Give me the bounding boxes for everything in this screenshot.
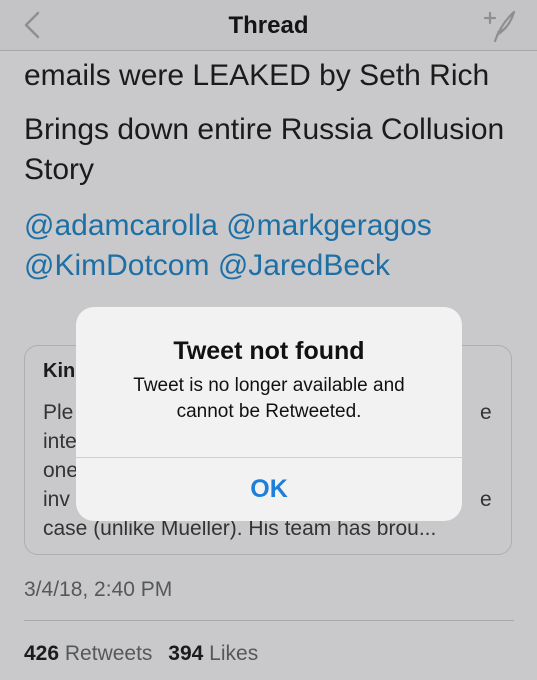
page-title: Thread: [228, 12, 309, 39]
alert-title: Tweet not found: [173, 337, 365, 365]
tweet-body: emails were LEAKED by Seth Rich Brings d…: [24, 56, 514, 286]
mention-link[interactable]: @KimDotcom: [24, 249, 209, 282]
alert-message: Tweet is no longer available and cannot …: [96, 373, 442, 425]
retweets-label[interactable]: Retweets: [65, 642, 153, 665]
likes-label[interactable]: Likes: [209, 642, 258, 665]
nav-bar: Thread: [0, 0, 537, 51]
compose-button[interactable]: [481, 8, 517, 44]
compose-tweet-icon: [483, 10, 516, 43]
tweet-text-line: Story: [24, 153, 95, 186]
mentions-line: @adamcarolla @markgeragos: [24, 206, 514, 246]
alert-message-line: cannot be Retweeted.: [176, 401, 362, 422]
tweet-timestamp: 3/4/18, 2:40 PM: [24, 578, 173, 601]
mention-link[interactable]: @adamcarolla: [24, 209, 218, 242]
tweet-stats: 426 Retweets 394 Likes: [24, 642, 268, 666]
tweet-text-line: Brings down entire Russia Collusion: [24, 113, 505, 146]
tweet-text-line: emails were LEAKED by Seth Rich: [24, 59, 490, 92]
quoted-text-fragment: e: [480, 488, 492, 511]
divider: [24, 620, 514, 621]
alert-dialog: Tweet not found Tweet is no longer avail…: [76, 307, 462, 521]
likes-count[interactable]: 394: [168, 642, 203, 665]
mentions-line: @KimDotcom @JaredBeck: [24, 246, 514, 286]
mention-link[interactable]: @markgeragos: [226, 209, 432, 242]
mention-link[interactable]: @JaredBeck: [218, 249, 390, 282]
ok-button[interactable]: OK: [76, 458, 462, 521]
retweets-count[interactable]: 426: [24, 642, 59, 665]
alert-message-line: Tweet is no longer available and: [133, 375, 405, 396]
quoted-text-fragment: e: [480, 401, 492, 424]
quoted-author: Kin: [43, 360, 76, 382]
